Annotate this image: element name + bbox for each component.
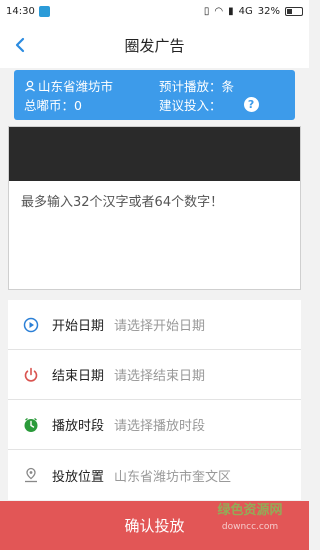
start-date-value[interactable]: 请选择开始日期: [114, 315, 205, 334]
info-suggested-input: 建议投入：: [159, 98, 222, 113]
info-total-coins: 总嘟币：0: [24, 98, 82, 113]
end-date-label: 结束日期: [52, 369, 105, 384]
play-time-row[interactable]: 播放时段 请选择播放时段: [8, 400, 301, 450]
vibrate-icon: ▯: [203, 5, 210, 17]
start-date-row[interactable]: 开始日期 请选择开始日期: [8, 300, 301, 350]
info-card: 山东省潍坊市 预计播放：条 总嘟币：0 建议投入： ?: [14, 70, 295, 120]
ad-preview-box[interactable]: 最多输入32个汉字或者64个数字！: [8, 126, 301, 290]
nav-bar: 圈发广告: [0, 22, 309, 68]
location-row[interactable]: 投放位置 山东省潍坊市奎文区: [8, 450, 301, 500]
confirm-submit-button[interactable]: 确认投放: [0, 501, 309, 550]
ad-preview-display: [9, 127, 300, 181]
end-date-value[interactable]: 请选择结束日期: [114, 365, 205, 384]
signal-icon: ▮: [228, 5, 234, 17]
clock-icon: [22, 416, 40, 434]
ad-text-input[interactable]: 最多输入32个汉字或者64个数字！: [9, 181, 300, 220]
play-time-value[interactable]: 请选择播放时段: [114, 415, 205, 434]
battery-icon: [285, 6, 303, 16]
start-date-label: 开始日期: [52, 319, 105, 334]
battery-percent: 32%: [257, 5, 280, 17]
help-icon[interactable]: ?: [243, 97, 259, 112]
info-estimated-play: 预计播放：条: [159, 79, 235, 94]
back-arrow-icon[interactable]: [10, 35, 30, 55]
info-location: 山东省潍坊市: [38, 79, 114, 94]
form-list: 开始日期 请选择开始日期 结束日期 请选择结束日期 播放时段 请选择播放时段 投…: [8, 300, 301, 500]
end-date-row[interactable]: 结束日期 请选择结束日期: [8, 350, 301, 400]
play-time-label: 播放时段: [52, 419, 105, 434]
network-type: 4G: [238, 5, 253, 17]
location-label: 投放位置: [52, 469, 105, 485]
power-icon: [22, 366, 40, 384]
user-location-icon: [24, 80, 36, 92]
status-bar: 14:30 ▯ ◠ ▮ 4G 32%: [0, 0, 309, 22]
notification-icon: [38, 5, 50, 17]
play-circle-icon: [22, 316, 40, 334]
page-title: 圈发广告: [124, 36, 185, 55]
wifi-icon: ◠: [214, 5, 224, 17]
status-time: 14:30: [6, 5, 35, 17]
location-pin-icon: [22, 466, 40, 484]
location-value[interactable]: 山东省潍坊市奎文区: [114, 466, 231, 485]
